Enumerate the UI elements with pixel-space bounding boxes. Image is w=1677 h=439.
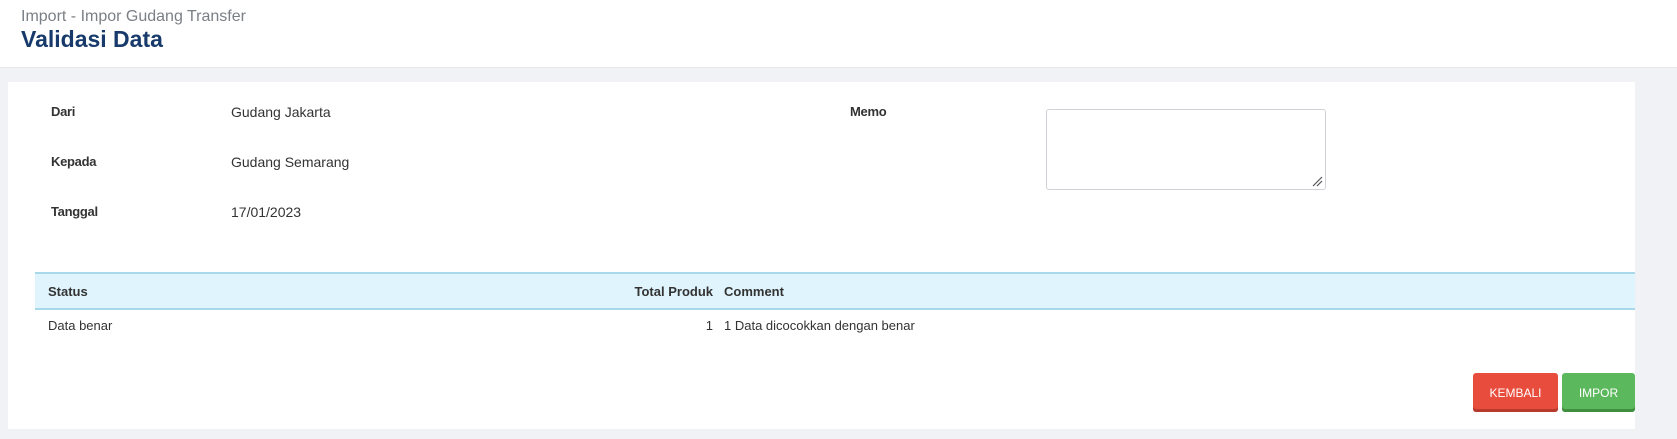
page-header: Import - Impor Gudang Transfer Validasi … bbox=[0, 0, 1677, 68]
table-header: Status Total Produk Comment bbox=[35, 272, 1635, 310]
from-value: Gudang Jakarta bbox=[231, 104, 331, 120]
table-row: Data benar 1 1 Data dicocokkan dengan be… bbox=[35, 310, 1635, 340]
column-header-total-produk: Total Produk bbox=[634, 284, 713, 299]
column-header-status: Status bbox=[48, 284, 88, 299]
resize-grip-icon[interactable] bbox=[1311, 175, 1323, 187]
back-button[interactable]: KEMBALI bbox=[1473, 373, 1558, 412]
to-value: Gudang Semarang bbox=[231, 154, 350, 170]
to-label: Kepada bbox=[51, 154, 97, 169]
breadcrumb: Import - Impor Gudang Transfer bbox=[21, 8, 246, 25]
import-button[interactable]: IMPOR bbox=[1562, 373, 1635, 412]
from-label: Dari bbox=[51, 104, 76, 119]
cell-comment: 1 Data dicocokkan dengan benar bbox=[724, 318, 915, 333]
column-header-comment: Comment bbox=[724, 284, 784, 299]
memo-label: Memo bbox=[850, 104, 887, 119]
cell-total-produk: 1 bbox=[705, 318, 713, 333]
cell-status: Data benar bbox=[48, 318, 113, 333]
validation-table: Status Total Produk Comment Data benar 1… bbox=[35, 272, 1635, 340]
date-label: Tanggal bbox=[51, 204, 98, 219]
page-title: Validasi Data bbox=[21, 26, 163, 52]
memo-textarea[interactable] bbox=[1046, 109, 1326, 190]
date-value: 17/01/2023 bbox=[231, 204, 302, 220]
validation-card: Dari Gudang Jakarta Kepada Gudang Semara… bbox=[8, 82, 1635, 429]
